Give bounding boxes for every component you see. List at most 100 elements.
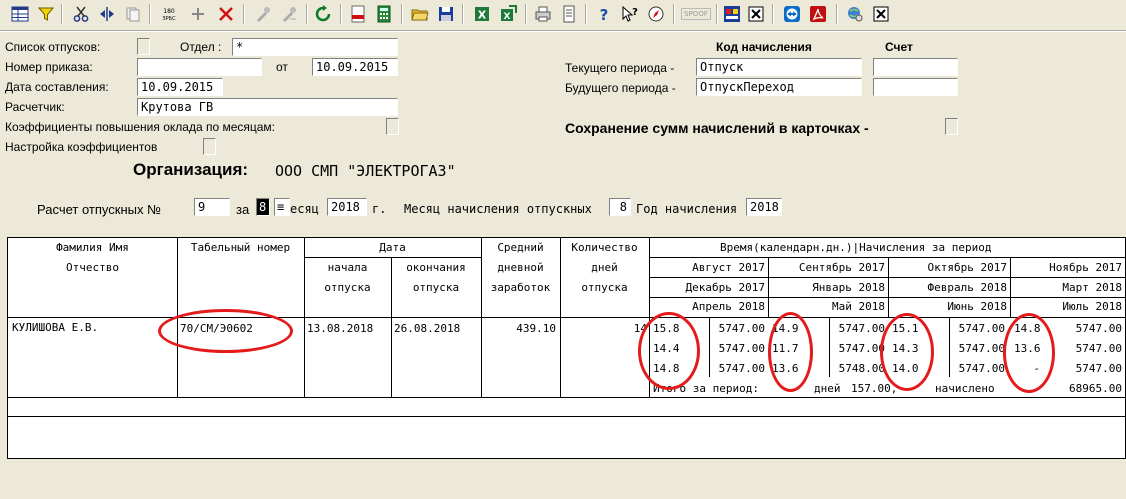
context-help-icon[interactable]: ?: [620, 4, 640, 24]
pdf-icon[interactable]: [348, 4, 368, 24]
vacation-start: 13.08.2018: [307, 322, 374, 335]
svg-text:?: ?: [600, 6, 609, 23]
month-header: Июль 2018: [1062, 300, 1122, 313]
compass-icon[interactable]: [646, 4, 666, 24]
header-name1: Фамилия Имя: [56, 241, 129, 254]
days-value: 15.1: [892, 322, 919, 335]
save-sums-label: Сохранение сумм начислений в карточках -: [565, 120, 869, 136]
amount-value: 5747.00: [838, 342, 885, 355]
vacation-end: 26.08.2018: [394, 322, 461, 335]
month-header: Декабрь 2017: [685, 281, 765, 294]
month-header: Июнь 2018: [947, 300, 1007, 313]
vacations-list-checkbox[interactable]: [137, 38, 150, 55]
vacations-list-label: Список отпусков:: [5, 40, 101, 54]
order-input[interactable]: [137, 58, 262, 76]
current-period-input[interactable]: Отпуск: [696, 58, 862, 76]
table-icon[interactable]: [10, 4, 30, 24]
svg-text:ЗРБС: ЗРБС: [162, 16, 176, 22]
month-header: Октябрь 2017: [927, 261, 1007, 274]
amount-value: 5747.00: [718, 362, 765, 375]
coef-setup-checkbox[interactable]: [203, 138, 216, 155]
header-avg1: Средний: [497, 241, 544, 254]
filter-icon[interactable]: [36, 4, 56, 24]
header-name2: Отчество: [66, 261, 119, 274]
spoof-button[interactable]: SPOOF: [681, 4, 711, 24]
year-input[interactable]: 2018: [327, 198, 367, 216]
from-date-input[interactable]: 10.09.2015: [312, 58, 398, 76]
calc-label: Расчет отпускных №: [37, 202, 162, 217]
future-account-input[interactable]: [873, 78, 958, 96]
close-icon[interactable]: [871, 4, 891, 24]
header-qty3: отпуска: [581, 281, 628, 294]
month-header: Август 2017: [692, 261, 765, 274]
globe-icon[interactable]: [845, 4, 865, 24]
vacation-grid[interactable]: Фамилия Имя Отчество Табельный номер Дат…: [7, 237, 1126, 459]
tool2-icon[interactable]: [279, 4, 299, 24]
tool-icon[interactable]: [253, 4, 273, 24]
employee-name: КУЛИШОВА Е.В.: [12, 321, 99, 334]
calc-number-input[interactable]: 9: [194, 198, 230, 216]
org-value: ООО СМП "ЭЛЕКТРОГАЗ": [275, 162, 456, 180]
window-close-icon[interactable]: [746, 4, 766, 24]
total-days-label: дней: [814, 382, 841, 395]
days-value: 15.8: [653, 322, 680, 335]
dept-input[interactable]: *: [232, 38, 398, 56]
amount-value: 5747.00: [718, 342, 765, 355]
month-header: Апрель 2018: [692, 300, 765, 313]
amount-value: 5747.00: [958, 322, 1005, 335]
equals-icon: ≡: [277, 200, 285, 214]
header-qty2: дней: [591, 261, 618, 274]
days-value: -: [1033, 362, 1040, 375]
year-suffix: г.: [372, 202, 387, 216]
scissors-icon[interactable]: [71, 4, 91, 24]
days-value: 14.3: [892, 342, 919, 355]
refresh-icon[interactable]: [313, 4, 333, 24]
days-value: 11.7: [772, 342, 799, 355]
month-spinner[interactable]: ≡: [274, 198, 290, 216]
split-icon[interactable]: [97, 4, 117, 24]
teamviewer-icon[interactable]: [782, 4, 802, 24]
month-input[interactable]: 8: [256, 198, 270, 216]
acrobat-icon[interactable]: [808, 4, 828, 24]
svg-text:X: X: [504, 12, 511, 22]
header-tab: Табельный номер: [190, 241, 291, 254]
help-icon[interactable]: ?: [594, 4, 614, 24]
days-value: 14.9: [772, 322, 799, 335]
header-date: Дата: [379, 241, 406, 254]
accountant-input[interactable]: Крутова ГВ: [137, 98, 398, 116]
save-icon[interactable]: [436, 4, 456, 24]
account-header: Счет: [885, 40, 913, 54]
open-folder-icon[interactable]: [410, 4, 430, 24]
current-period-label: Текущего периода -: [565, 61, 675, 75]
header-start1: начала: [327, 261, 368, 274]
header-qty1: Количество: [571, 241, 638, 254]
accrual-month-input[interactable]: 8: [609, 198, 631, 216]
coef-monthly-checkbox[interactable]: [386, 118, 399, 135]
accrual-year-input[interactable]: 2018: [746, 198, 782, 216]
header-end1: окончания: [406, 261, 466, 274]
total-days: 157.00,: [851, 382, 898, 395]
tab-number: 70/СМ/Э0602: [180, 322, 253, 335]
print-icon[interactable]: [533, 4, 553, 24]
save-sums-checkbox[interactable]: [945, 118, 958, 135]
avg-earnings: 439.10: [516, 322, 556, 335]
calculator-icon[interactable]: [374, 4, 394, 24]
current-account-input[interactable]: [873, 58, 958, 76]
future-period-input[interactable]: ОтпускПереход: [696, 78, 862, 96]
compiled-date-input[interactable]: 10.09.2015: [137, 78, 223, 96]
plus-icon[interactable]: [188, 4, 208, 24]
preview-icon[interactable]: [559, 4, 579, 24]
copy-icon[interactable]: [123, 4, 143, 24]
excel-icon[interactable]: X: [472, 4, 492, 24]
counter-icon[interactable]: 180 ЗРБС: [159, 4, 179, 24]
amount-value: 5747.00: [1075, 342, 1122, 355]
month-header: Май 2018: [832, 300, 885, 313]
month-header: Сентябрь 2017: [798, 261, 885, 274]
future-period-label: Будущего периода -: [565, 81, 676, 95]
delete-icon[interactable]: [216, 4, 236, 24]
group-icon[interactable]: [722, 4, 742, 24]
amount-value: 5747.00: [958, 362, 1005, 375]
days-value: 13.6: [772, 362, 799, 375]
total-accrued-label: начислено: [935, 382, 995, 395]
excel-export-icon[interactable]: X: [498, 4, 518, 24]
